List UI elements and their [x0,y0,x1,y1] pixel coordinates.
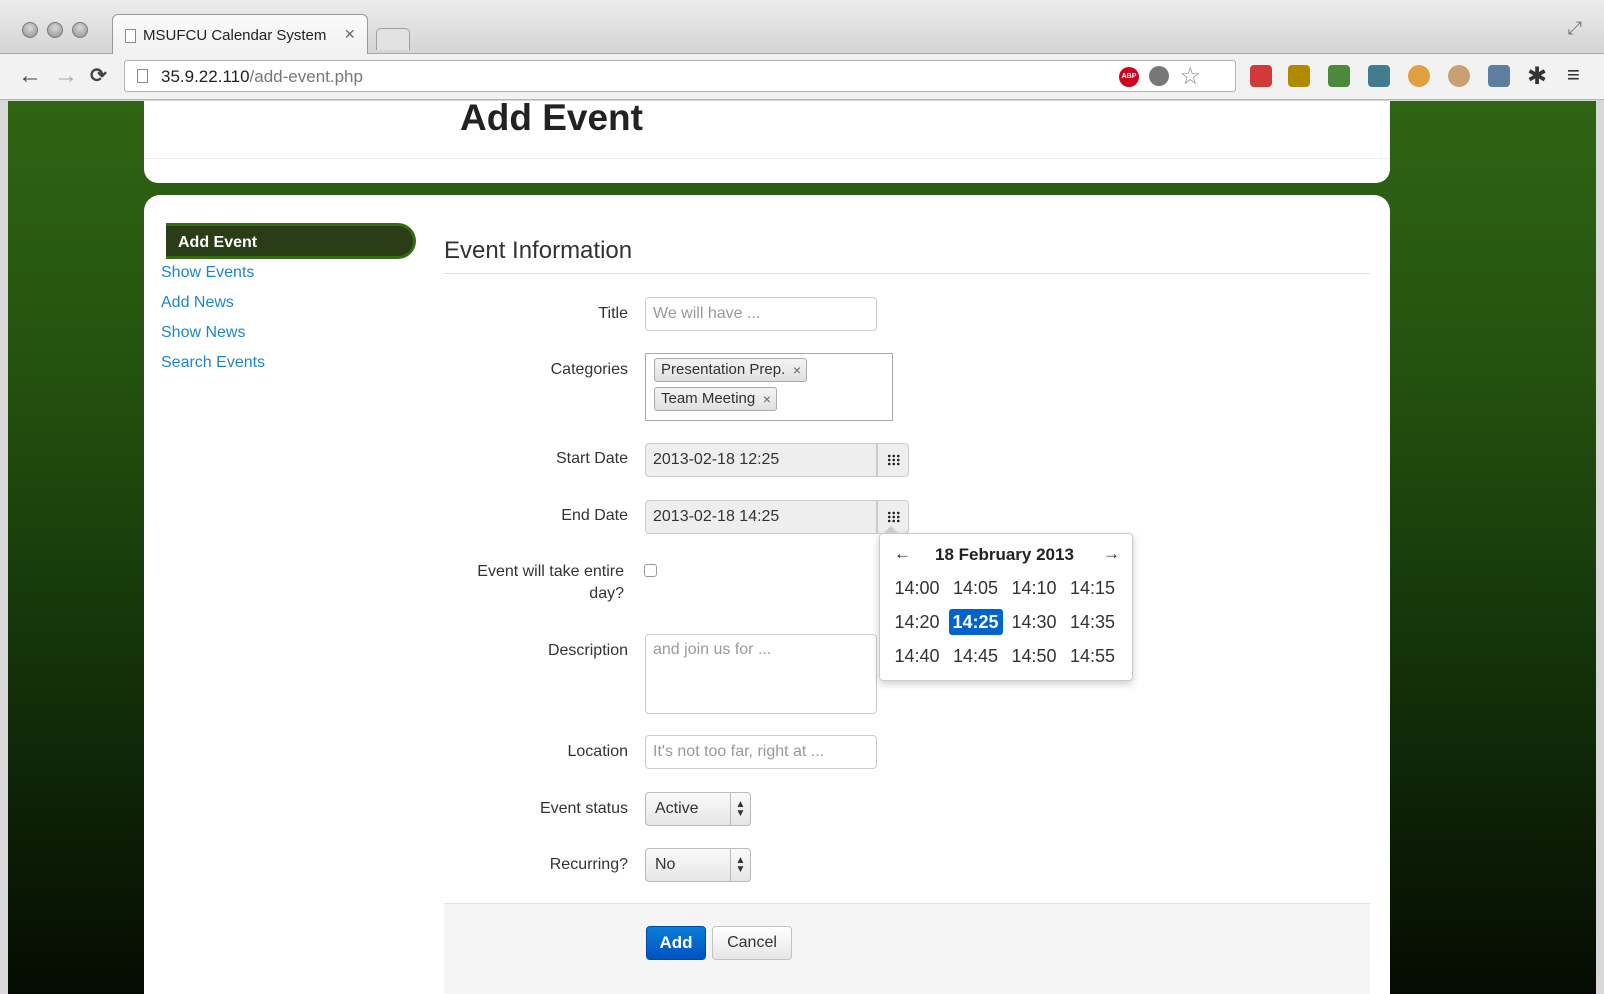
eyedropper-icon[interactable] [1328,65,1350,87]
description-textarea[interactable]: and join us for ... [645,634,877,714]
time-slot[interactable]: 14:45 [949,643,1003,669]
bookmark-star-icon[interactable]: ☆ [1179,62,1201,91]
new-tab-button[interactable] [376,28,410,50]
section-title: Event Information [444,237,633,264]
window-extension-icon[interactable] [1488,65,1510,87]
picker-prev-arrow-icon[interactable]: ← [894,544,911,564]
time-slot[interactable]: 14:25 [948,609,1003,635]
time-slot[interactable]: 14:55 [1066,643,1120,669]
calendar-grid-icon [887,511,900,523]
cancel-button[interactable]: Cancel [712,926,792,960]
time-slot[interactable]: 14:30 [1007,609,1061,635]
browser-titlebar: MSUFCU Calendar System × ⤢ [0,0,1604,55]
page-viewport: Add Event Add Event Show Events Add News… [8,101,1596,994]
categories-label: Categories [550,361,628,378]
picker-next-arrow-icon[interactable]: → [1103,544,1120,564]
all-day-checkbox[interactable] [644,564,657,577]
time-picker-popup: ← 18 February 2013 → 14:00 14:05 14:10 14:1… [879,526,1134,681]
category-tag: Presentation Prep. × [654,358,807,382]
header-panel: Add Event [144,101,1390,183]
url-text: 35.9.22.110/add-event.php [161,67,363,86]
adblock-icon[interactable]: ABP [1119,67,1139,87]
sidebar-item-add-news[interactable]: Add News [161,294,234,312]
zoom-window-button[interactable] [72,22,88,38]
all-day-label: Event will take entire day? [477,563,624,602]
select-arrows-icon: ▲ ▼ [730,849,750,881]
main-panel: Add Event Show Events Add News Show News… [144,195,1390,994]
tab-title: MSUFCU Calendar System [143,27,327,44]
sidebar-item-label: Add Event [178,234,258,251]
minimize-window-button[interactable] [47,22,63,38]
event-status-label: Event status [539,800,628,817]
sidebar-item-show-news[interactable]: Show News [161,324,245,342]
remove-tag-icon[interactable]: × [793,359,801,381]
description-label: Description [547,642,628,659]
browser-tab[interactable]: MSUFCU Calendar System × [112,14,368,55]
recurring-select[interactable]: No ▲ ▼ [645,848,751,882]
time-slot[interactable]: 14:20 [890,609,944,635]
cookie-alt-icon[interactable] [1448,65,1470,87]
close-window-button[interactable] [22,22,38,38]
tab-close-icon[interactable]: × [344,24,355,45]
remove-tag-icon[interactable]: × [763,388,771,410]
back-button[interactable]: ← [18,62,42,90]
gear-icon[interactable]: ✱ [1527,62,1549,90]
event-status-select[interactable]: Active ▲ ▼ [645,792,751,826]
form-actions: Add Cancel [444,903,1370,994]
document-icon [125,29,136,43]
eyedropper-alt-icon[interactable] [1368,65,1390,87]
off-extension-icon[interactable] [1288,65,1310,87]
picker-date-title[interactable]: 18 February 2013 [935,545,1074,565]
location-label: Location [567,743,629,760]
title-input[interactable]: We will have ... [645,297,877,331]
time-slot[interactable]: 14:35 [1066,609,1120,635]
picker-header: ← 18 February 2013 → [880,544,1134,568]
time-slot[interactable]: 14:50 [1007,643,1061,669]
browser-toolbar: ← → ⟳ 35.9.22.110/add-event.php ABP ☆ ✱ … [0,54,1604,100]
time-slot[interactable]: 14:40 [890,643,944,669]
sidebar-item-search-events[interactable]: Search Events [161,354,265,372]
sidebar-item-show-events[interactable]: Show Events [161,264,254,282]
address-bar[interactable]: 35.9.22.110/add-event.php ABP ☆ [124,60,1236,92]
section-divider [444,273,1370,274]
sidebar-item-add-event[interactable]: Add Event [166,223,416,259]
time-slot[interactable]: 14:10 [1007,575,1061,601]
page-icon [137,69,148,83]
lightbulb-icon[interactable] [1149,66,1169,86]
page-title: Add Event [460,101,643,138]
end-date-input[interactable]: 2013-02-18 14:25 [645,500,877,534]
end-date-label: End Date [561,507,628,524]
fullscreen-icon[interactable]: ⤢ [1568,18,1582,39]
menu-icon[interactable]: ≡ [1567,62,1589,87]
time-slot[interactable]: 14:05 [949,575,1003,601]
add-button[interactable]: Add [646,926,706,960]
bookmark-extension-icon[interactable] [1250,65,1272,87]
location-input[interactable]: It's not too far, right at ... [645,735,877,769]
recurring-label: Recurring? [549,856,628,873]
start-date-picker-button[interactable] [877,443,909,477]
reload-button[interactable]: ⟳ [90,62,107,90]
categories-field[interactable]: Presentation Prep. × Team Meeting × [645,353,893,421]
forward-button[interactable]: → [54,62,78,90]
start-date-input[interactable]: 2013-02-18 12:25 [645,443,877,477]
title-label: Title [598,305,628,322]
start-date-label: Start Date [555,450,628,467]
cookie-icon[interactable] [1408,65,1430,87]
header-divider [144,158,1390,159]
category-tag: Team Meeting × [654,387,777,411]
calendar-grid-icon [887,454,900,466]
select-arrows-icon: ▲ ▼ [730,793,750,825]
time-slot[interactable]: 14:00 [890,575,944,601]
time-slot[interactable]: 14:15 [1066,575,1120,601]
